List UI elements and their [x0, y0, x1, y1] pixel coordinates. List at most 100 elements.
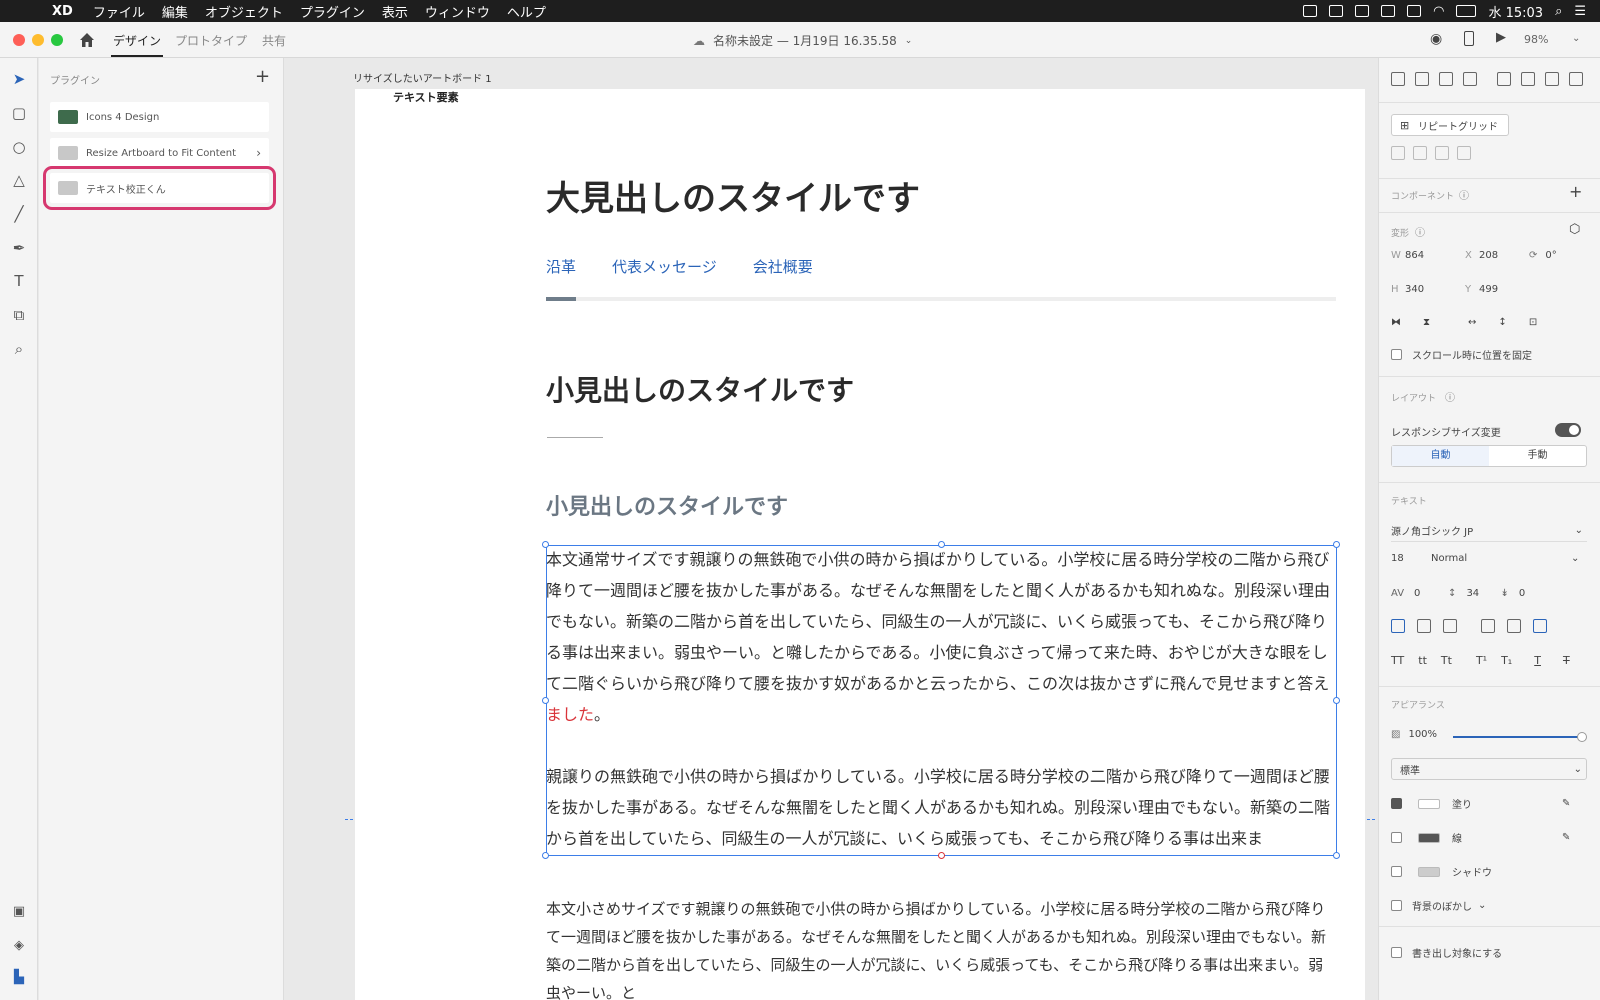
- minimize-window-button[interactable]: [32, 34, 44, 46]
- flip-horizontal-icon[interactable]: ⧓: [1391, 317, 1401, 328]
- strikethrough-icon[interactable]: T: [1563, 654, 1570, 667]
- artboard-label[interactable]: リサイズしたいアートボード 1: [353, 70, 492, 85]
- design-canvas[interactable]: リサイズしたいアートボード 1 テキスト要素 大見出しのスタイルです 沿革 代表…: [285, 58, 1378, 1000]
- eyedropper-icon[interactable]: ✎: [1562, 832, 1570, 843]
- add-plugin-button[interactable]: +: [255, 66, 270, 87]
- text-input-icon[interactable]: [1381, 5, 1396, 17]
- opacity-slider[interactable]: [1453, 732, 1587, 742]
- flip-vertical-icon[interactable]: ⧗: [1423, 317, 1430, 328]
- fixed-size-icon[interactable]: [1533, 619, 1547, 633]
- menu-plugin[interactable]: プラグイン: [300, 2, 365, 21]
- info-icon[interactable]: ⓘ: [1445, 389, 1455, 404]
- tab-prototype[interactable]: プロトタイプ: [175, 32, 247, 49]
- assets-icon[interactable]: ▣: [10, 904, 28, 922]
- layers-icon[interactable]: ◈: [10, 938, 28, 956]
- export-checkbox[interactable]: [1391, 947, 1402, 958]
- manual-option[interactable]: 手動: [1489, 446, 1586, 466]
- exclude-icon[interactable]: [1457, 146, 1471, 160]
- opacity-input[interactable]: 100%: [1408, 729, 1437, 740]
- align-middle-icon[interactable]: [1415, 72, 1429, 86]
- artboard[interactable]: テキスト要素 大見出しのスタイルです 沿革 代表メッセージ 会社概要 小見出しの…: [355, 89, 1365, 1000]
- fit-both-icon[interactable]: ⊡: [1529, 317, 1537, 328]
- width-input[interactable]: 864: [1405, 250, 1445, 261]
- align-right-icon[interactable]: [1545, 72, 1559, 86]
- text-align-center-icon[interactable]: [1417, 619, 1431, 633]
- heading-small-gray[interactable]: 小見出しのスタイルです: [546, 489, 788, 521]
- close-window-button[interactable]: [13, 34, 25, 46]
- artboard-tool-icon[interactable]: ⧉: [10, 306, 28, 324]
- font-weight-dropdown[interactable]: Normal: [1431, 553, 1571, 564]
- line-height-input[interactable]: 34: [1466, 588, 1500, 599]
- border-swatch[interactable]: [1418, 832, 1440, 843]
- heading-small[interactable]: 小見出しのスタイルです: [546, 369, 854, 409]
- spotlight-icon[interactable]: ⌕: [1555, 4, 1562, 19]
- text-align-right-icon[interactable]: [1443, 619, 1457, 633]
- play-icon[interactable]: ▶: [1496, 30, 1506, 45]
- battery-icon[interactable]: [1456, 5, 1477, 17]
- nav-link-history[interactable]: 沿革: [546, 256, 576, 277]
- zoom-tool-icon[interactable]: ⌕: [10, 340, 28, 358]
- info-icon[interactable]: ⓘ: [1459, 187, 1469, 202]
- all-caps-icon[interactable]: TT: [1391, 654, 1404, 667]
- shadow-swatch[interactable]: [1418, 866, 1440, 877]
- rotation-input[interactable]: 0°: [1545, 250, 1556, 261]
- paragraph-spacing-input[interactable]: 0: [1519, 588, 1525, 599]
- camera-icon[interactable]: [1303, 5, 1318, 17]
- repeat-grid-button[interactable]: ⊞ リピートグリッド: [1391, 114, 1509, 136]
- menu-help[interactable]: ヘルプ: [507, 2, 546, 21]
- align-center-icon[interactable]: [1521, 72, 1535, 86]
- fix-on-scroll-checkbox[interactable]: [1391, 349, 1402, 360]
- device-preview-icon[interactable]: [1464, 31, 1474, 46]
- tab-share[interactable]: 共有: [262, 32, 286, 49]
- plugins-icon[interactable]: ▙: [10, 970, 28, 988]
- plugin-item-resize-artboard[interactable]: Resize Artboard to Fit Content ›: [50, 138, 269, 168]
- fill-swatch[interactable]: [1418, 798, 1440, 809]
- body-text-normal[interactable]: 本文通常サイズです親譲りの無鉄砲で小供の時から損ばかりしている。小学校に居る時分…: [546, 544, 1337, 730]
- user-share-icon[interactable]: ◉: [1430, 31, 1442, 47]
- point-text-icon[interactable]: [1481, 619, 1495, 633]
- menu-file[interactable]: ファイル: [93, 2, 145, 21]
- app-menu[interactable]: XD: [52, 4, 73, 19]
- rectangle-tool-icon[interactable]: ▢: [10, 104, 28, 122]
- nav-link-about[interactable]: 会社概要: [753, 256, 813, 277]
- select-tool-icon[interactable]: ➤: [10, 70, 28, 88]
- home-icon[interactable]: [78, 31, 96, 49]
- clock[interactable]: 水 15:03: [1488, 2, 1543, 21]
- heading-large[interactable]: 大見出しのスタイルです: [546, 171, 920, 220]
- y-input[interactable]: 499: [1479, 284, 1519, 295]
- 3d-transform-icon[interactable]: ⬡: [1569, 222, 1580, 237]
- pdf-icon[interactable]: [1355, 5, 1370, 17]
- line-tool-icon[interactable]: ╱: [10, 205, 28, 223]
- text-align-left-icon[interactable]: [1391, 619, 1405, 633]
- menu-object[interactable]: オブジェクト: [205, 2, 283, 21]
- font-family-dropdown[interactable]: 源ノ角ゴシック JP ⌄: [1391, 520, 1587, 542]
- cloud-icon[interactable]: [1329, 5, 1344, 17]
- resize-handle[interactable]: [542, 541, 549, 548]
- subscript-icon[interactable]: T₁: [1501, 654, 1512, 667]
- intersect-icon[interactable]: [1435, 146, 1449, 160]
- info-icon[interactable]: ⓘ: [1415, 224, 1425, 239]
- align-bottom-icon[interactable]: [1439, 72, 1453, 86]
- plugin-item-icons4design[interactable]: Icons 4 Design: [50, 102, 269, 132]
- fit-height-icon[interactable]: ↕: [1498, 317, 1506, 328]
- chevron-down-icon[interactable]: ⌄: [1572, 33, 1580, 44]
- resize-handle[interactable]: [938, 852, 945, 859]
- plugin-item-text-proofing[interactable]: テキスト校正くん: [43, 166, 276, 210]
- menu-window[interactable]: ウィンドウ: [425, 2, 490, 21]
- tracking-input[interactable]: 0: [1414, 588, 1448, 599]
- add-component-button[interactable]: +: [1569, 182, 1582, 201]
- align-left-icon[interactable]: [1497, 72, 1511, 86]
- distribute-vertical-icon[interactable]: [1463, 72, 1477, 86]
- fill-checkbox[interactable]: [1391, 798, 1402, 809]
- resize-handle[interactable]: [542, 852, 549, 859]
- underline-icon[interactable]: T: [1534, 654, 1541, 667]
- union-icon[interactable]: [1391, 146, 1405, 160]
- chevron-down-icon[interactable]: ⌄: [1571, 553, 1579, 564]
- fit-width-icon[interactable]: ↔: [1468, 317, 1476, 328]
- height-input[interactable]: 340: [1405, 284, 1445, 295]
- chevron-down-icon[interactable]: ⌄: [1478, 900, 1486, 911]
- shadow-checkbox[interactable]: [1391, 866, 1402, 877]
- apple-icon[interactable]: [18, 4, 32, 18]
- resize-handle[interactable]: [1333, 852, 1340, 859]
- font-size-input[interactable]: 18: [1391, 553, 1431, 564]
